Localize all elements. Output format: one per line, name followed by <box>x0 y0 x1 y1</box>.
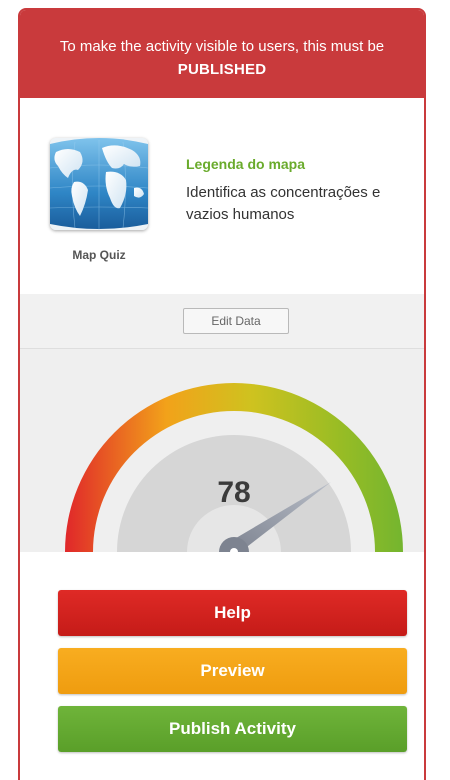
activity-card: To make the activity visible to users, t… <box>18 8 426 780</box>
score-gauge: 78 <box>65 383 403 552</box>
edit-toolbar: Edit Data <box>20 294 424 349</box>
edit-data-button[interactable]: Edit Data <box>183 308 289 334</box>
publish-activity-button[interactable]: Publish Activity <box>58 706 407 752</box>
gauge-value: 78 <box>217 476 250 509</box>
banner-status: PUBLISHED <box>177 61 267 78</box>
map-quiz-thumbnail[interactable] <box>50 138 148 230</box>
activity-info: Map Quiz Legenda do mapa Identifica as c… <box>20 98 424 294</box>
banner-message: To make the activity visible to users, t… <box>59 38 385 55</box>
activity-description: Identifica as concentrações e vazios hum… <box>186 184 381 223</box>
publish-warning-banner: To make the activity visible to users, t… <box>20 10 424 98</box>
preview-button[interactable]: Preview <box>58 648 407 694</box>
help-button[interactable]: Help <box>58 590 407 636</box>
score-gauge-panel: Edit Data 78 <box>20 294 424 552</box>
activity-title[interactable]: Legenda do mapa <box>186 156 305 172</box>
action-buttons: Help Preview Publish Activity <box>20 552 424 780</box>
activity-type-label: Map Quiz <box>72 248 126 262</box>
globe-map-icon <box>50 138 148 230</box>
